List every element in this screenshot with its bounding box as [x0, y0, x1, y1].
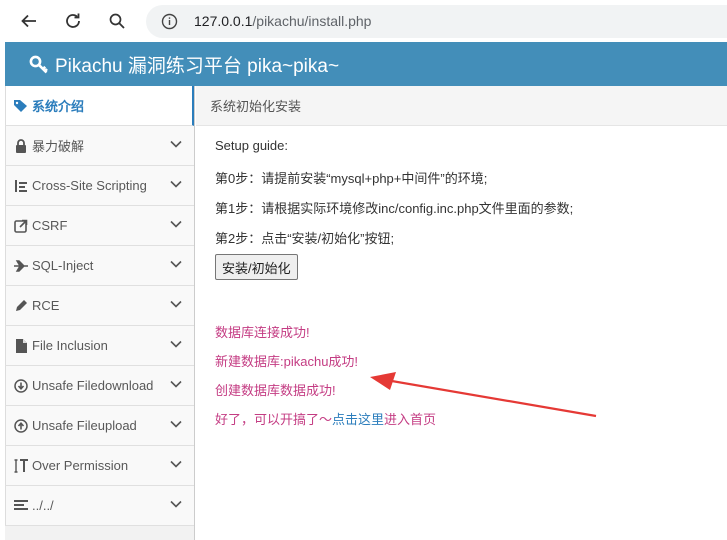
sidebar-item-brute-force[interactable]: 暴力破解 — [5, 126, 194, 166]
chevron-down-icon — [170, 220, 182, 228]
share-icon — [13, 219, 29, 233]
msg-data-create: 创建数据库数据成功! — [215, 383, 336, 398]
sidebar-item-label: File Inclusion — [32, 338, 108, 353]
reload-icon — [66, 13, 80, 28]
guide-title: Setup guide: — [215, 138, 289, 153]
back-button[interactable] — [16, 8, 42, 34]
reload-button[interactable] — [60, 8, 86, 34]
app-title: Pikachu 漏洞练习平台 pika~pika~ — [55, 56, 340, 77]
chevron-down-icon — [170, 460, 182, 468]
download-icon — [13, 378, 29, 393]
search-button[interactable] — [104, 8, 130, 34]
sidebar-item-unsafe-filedownload[interactable]: Unsafe Filedownload — [5, 366, 194, 406]
tags-icon — [13, 99, 29, 113]
browser-toolbar: 127.0.0.1/pikachu/install.php — [0, 0, 727, 42]
app-header: Pikachu 漏洞练习平台 pika~pika~ — [5, 42, 727, 86]
step-0: 第0步：请提前安装“mysql+php+中间件”的环境; — [215, 171, 488, 186]
sidebar-item-csrf[interactable]: CSRF — [5, 206, 194, 246]
chevron-down-icon — [170, 300, 182, 308]
step-1: 第1步：请根据实际环境修改inc/config.inc.php文件里面的参数; — [215, 201, 574, 216]
sidebar-item-label: CSRF — [32, 218, 68, 233]
annotation-arrow — [370, 372, 597, 418]
step-2: 第2步：点击“安装/初始化”按钮; — [215, 231, 395, 246]
chevron-down-icon — [170, 420, 182, 428]
sidebar-item-label: RCE — [32, 298, 60, 313]
sidebar-item-file-inclusion[interactable]: File Inclusion — [5, 326, 194, 366]
text-height-icon — [13, 458, 29, 473]
sidebar-item-dir-traversal[interactable]: ../../ — [5, 486, 194, 526]
sidebar-item-xss[interactable]: Cross-Site Scripting — [5, 166, 194, 206]
sidebar-item-over-permission[interactable]: Over Permission — [5, 446, 194, 486]
sidebar-item-rce[interactable]: RCE — [5, 286, 194, 326]
chevron-down-icon — [170, 380, 182, 388]
url-host: 127.0.0.1 — [194, 13, 253, 29]
sidebar-item-label: Over Permission — [32, 458, 129, 473]
back-arrow-icon — [21, 14, 36, 28]
url-path: /pikachu/install.php — [252, 13, 372, 29]
breadcrumb: 系统初始化安装 — [196, 86, 727, 126]
sidebar-item-label: SQL-Inject — [32, 258, 94, 273]
sidebar-item-label: Cross-Site Scripting — [32, 178, 147, 193]
key-icon — [29, 55, 48, 73]
sidebar-item-label: 暴力破解 — [32, 139, 85, 154]
pencil-icon — [13, 299, 29, 313]
search-icon — [109, 13, 125, 29]
upload-icon — [13, 418, 29, 433]
sidebar: 系统介绍 暴力破解 Cross-Site Scripting CSRF SQL-… — [5, 86, 195, 540]
brand[interactable]: Pikachu 漏洞练习平台 pika~pika~ — [29, 51, 339, 78]
chevron-down-icon — [170, 260, 182, 268]
sidebar-item-label: Unsafe Filedownload — [32, 378, 154, 393]
sidebar-item-intro[interactable]: 系统介绍 — [5, 86, 194, 126]
list-icon — [13, 179, 29, 193]
chevron-down-icon — [170, 340, 182, 348]
chevron-down-icon — [170, 500, 182, 508]
plane-icon — [13, 259, 29, 273]
msg-db-create: 新建数据库:pikachu成功! — [215, 354, 359, 369]
sidebar-item-label: 系统介绍 — [32, 99, 85, 114]
sidebar-item-label: Unsafe Fileupload — [32, 418, 137, 433]
align-icon — [13, 499, 29, 513]
msg-db-connect: 数据库连接成功! — [215, 325, 310, 340]
sidebar-item-sqli[interactable]: SQL-Inject — [5, 246, 194, 286]
chevron-down-icon — [170, 180, 182, 188]
chevron-down-icon — [170, 140, 182, 148]
site-info-icon[interactable] — [161, 13, 178, 30]
url-text[interactable]: 127.0.0.1/pikachu/install.php — [194, 13, 371, 29]
address-bar[interactable]: 127.0.0.1/pikachu/install.php — [146, 5, 727, 38]
lock-icon — [13, 138, 29, 153]
main-content: 系统初始化安装 Setup guide: 第0步：请提前安装“mysql+php… — [196, 86, 727, 540]
sidebar-item-label: ../../ — [32, 498, 54, 513]
breadcrumb-label: 系统初始化安装 — [210, 99, 302, 114]
file-icon — [13, 338, 29, 353]
install-button[interactable]: 安装/初始化 — [215, 254, 298, 280]
msg-done-prefix: 好了，可以开搞了～ — [215, 412, 333, 427]
sidebar-item-unsafe-fileupload[interactable]: Unsafe Fileupload — [5, 406, 194, 446]
